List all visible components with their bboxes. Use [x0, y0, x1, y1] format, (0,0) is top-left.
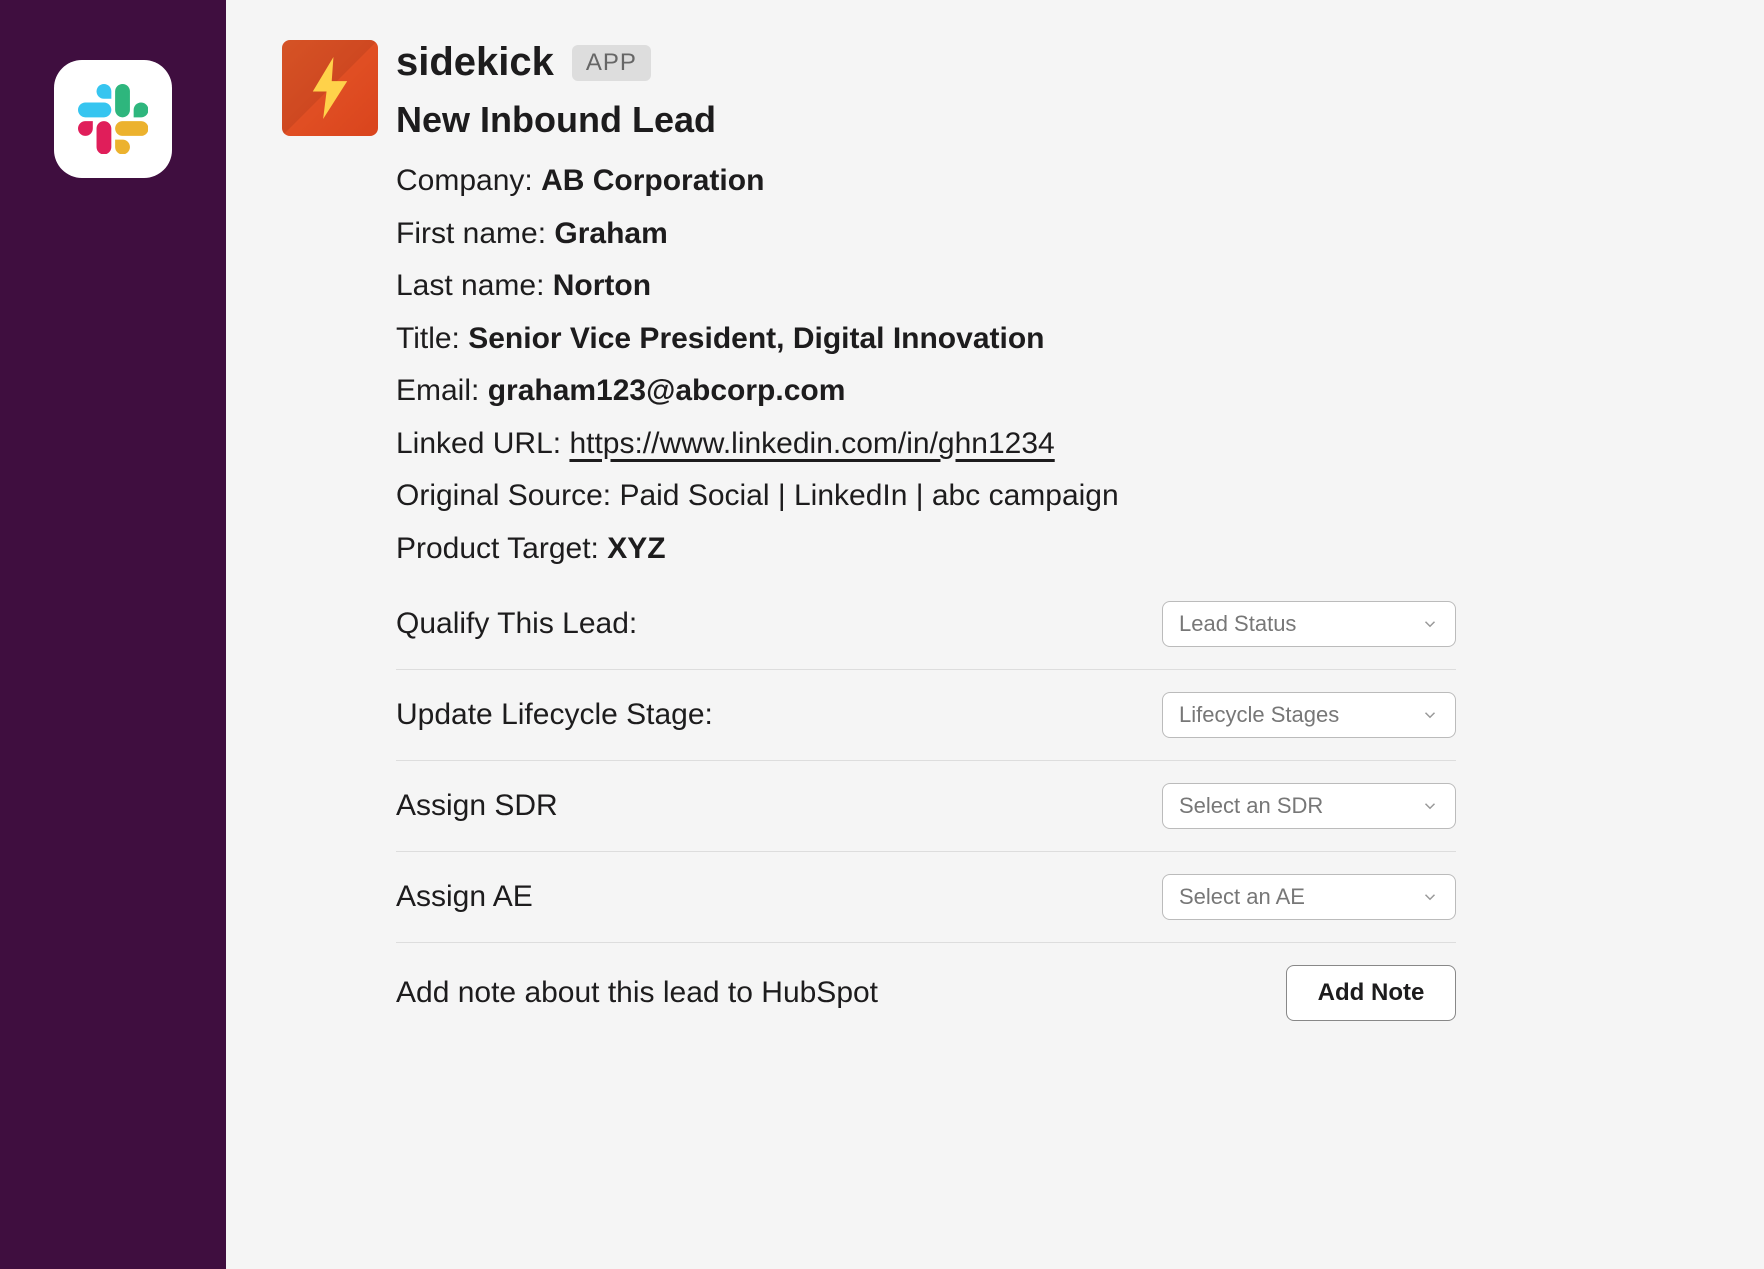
chevron-down-icon	[1421, 888, 1439, 906]
slack-logo-icon	[78, 84, 148, 154]
ae-select[interactable]: Select an AE	[1162, 874, 1456, 920]
workspace-switcher[interactable]	[54, 60, 172, 178]
field-linked-url: Linked URL: https://www.linkedin.com/in/…	[396, 418, 1456, 471]
lightning-bolt-icon	[308, 57, 352, 119]
slack-message: sidekick APP New Inbound Lead Company: A…	[282, 40, 1724, 1043]
field-label: Original Source:	[396, 479, 619, 512]
headline: New Inbound Lead	[396, 99, 1456, 141]
field-value: Paid Social | LinkedIn | abc campaign	[619, 479, 1118, 512]
field-value: XYZ	[607, 532, 665, 565]
chevron-down-icon	[1421, 797, 1439, 815]
field-last-name: Last name: Norton	[396, 260, 1456, 313]
action-label: Qualify This Lead:	[396, 607, 637, 641]
action-label: Add note about this lead to HubSpot	[396, 976, 878, 1010]
linkedin-link[interactable]: https://www.linkedin.com/in/ghn1234	[569, 427, 1054, 460]
field-value: Senior Vice President, Digital Innovatio…	[468, 322, 1044, 355]
field-product-target: Product Target: XYZ	[396, 523, 1456, 576]
message-header: sidekick APP	[396, 40, 1456, 85]
app-name[interactable]: sidekick	[396, 40, 554, 85]
lifecycle-stage-select[interactable]: Lifecycle Stages	[1162, 692, 1456, 738]
field-label: Product Target:	[396, 532, 607, 565]
sdr-select[interactable]: Select an SDR	[1162, 783, 1456, 829]
chevron-down-icon	[1421, 615, 1439, 633]
select-placeholder: Lifecycle Stages	[1179, 702, 1339, 728]
field-label: Last name:	[396, 269, 553, 302]
select-placeholder: Select an SDR	[1179, 793, 1323, 819]
field-label: First name:	[396, 217, 554, 250]
assign-ae-row: Assign AE Select an AE	[396, 852, 1456, 943]
field-label: Title:	[396, 322, 468, 355]
select-placeholder: Select an AE	[1179, 884, 1305, 910]
action-label: Assign AE	[396, 880, 533, 914]
action-label: Update Lifecycle Stage:	[396, 698, 713, 732]
message-body: sidekick APP New Inbound Lead Company: A…	[396, 40, 1456, 1043]
actions-block: Qualify This Lead: Lead Status Update Li…	[396, 601, 1456, 1043]
field-value: Norton	[553, 269, 651, 302]
field-company: Company: AB Corporation	[396, 155, 1456, 208]
add-note-button[interactable]: Add Note	[1286, 965, 1456, 1021]
field-label: Company:	[396, 164, 541, 197]
lead-status-select[interactable]: Lead Status	[1162, 601, 1456, 647]
message-pane: sidekick APP New Inbound Lead Company: A…	[226, 0, 1764, 1269]
lifecycle-stage-row: Update Lifecycle Stage: Lifecycle Stages	[396, 670, 1456, 761]
assign-sdr-row: Assign SDR Select an SDR	[396, 761, 1456, 852]
app-avatar[interactable]	[282, 40, 378, 136]
workspace-sidebar	[0, 0, 226, 1269]
field-value: AB Corporation	[541, 164, 764, 197]
field-original-source: Original Source: Paid Social | LinkedIn …	[396, 470, 1456, 523]
app-badge: APP	[572, 45, 651, 81]
field-email: Email: graham123@abcorp.com	[396, 365, 1456, 418]
chevron-down-icon	[1421, 706, 1439, 724]
field-first-name: First name: Graham	[396, 208, 1456, 261]
field-value: Graham	[554, 217, 667, 250]
qualify-lead-row: Qualify This Lead: Lead Status	[396, 601, 1456, 670]
select-placeholder: Lead Status	[1179, 611, 1296, 637]
field-label: Email:	[396, 374, 488, 407]
action-label: Assign SDR	[396, 789, 558, 823]
field-value: graham123@abcorp.com	[488, 374, 846, 407]
field-label: Linked URL:	[396, 427, 569, 460]
field-title: Title: Senior Vice President, Digital In…	[396, 313, 1456, 366]
add-note-row: Add note about this lead to HubSpot Add …	[396, 943, 1456, 1043]
